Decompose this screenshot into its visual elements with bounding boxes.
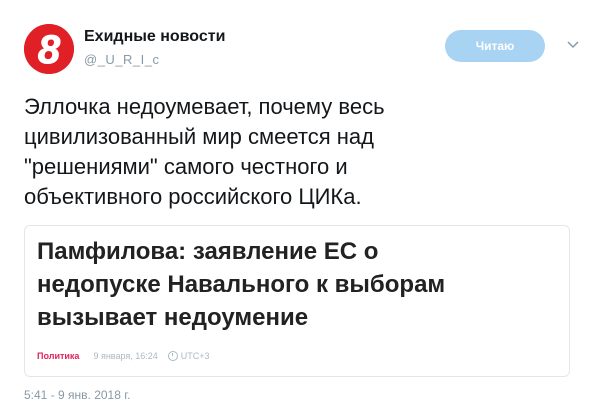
card-date: 9 января, 16:24 bbox=[93, 351, 158, 361]
card-category: Политика bbox=[37, 351, 80, 361]
clock-icon bbox=[167, 351, 178, 361]
author-handle[interactable]: @_U_R_I_c bbox=[84, 52, 160, 67]
follow-button[interactable]: Читаю bbox=[445, 30, 545, 62]
tweet-text: Эллочка недоумевает, почему весь цивилиз… bbox=[24, 94, 385, 209]
tweet: 8 Ехидные новости @_U_R_I_c Читаю Эллочк… bbox=[0, 0, 600, 416]
chevron-down-icon[interactable] bbox=[567, 40, 579, 50]
svg-text:8: 8 bbox=[38, 28, 61, 72]
avatar[interactable]: 8 bbox=[24, 24, 74, 74]
tweet-timestamp[interactable]: 5:41 - 9 янв. 2018 г. bbox=[24, 388, 130, 402]
card-meta: Политика 9 января, 16:24 UTC+3 bbox=[37, 351, 210, 361]
number-8-logo-icon: 8 bbox=[24, 24, 74, 74]
author-name[interactable]: Ехидные новости bbox=[84, 28, 225, 46]
link-card[interactable]: Памфилова: заявление ЕС о недопуске Нава… bbox=[24, 225, 570, 377]
card-timezone: UTC+3 bbox=[180, 351, 210, 361]
card-headline[interactable]: Памфилова: заявление ЕС о недопуске Нава… bbox=[37, 235, 562, 334]
